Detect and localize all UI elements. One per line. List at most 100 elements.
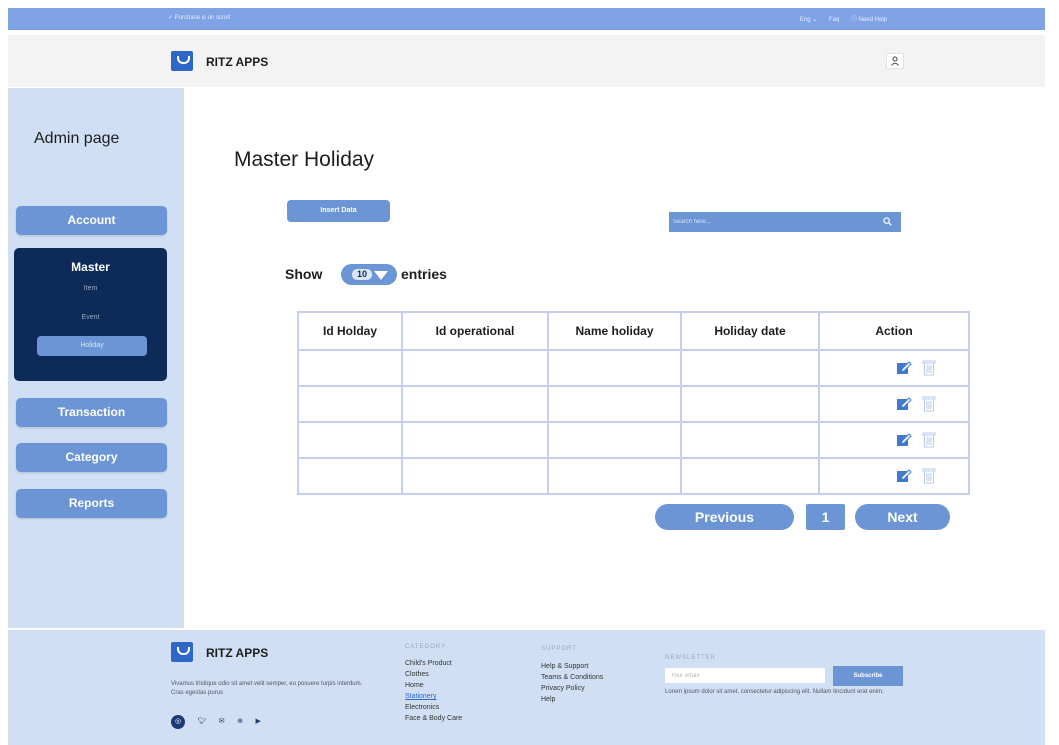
table-row bbox=[297, 421, 970, 459]
next-button[interactable]: Next bbox=[855, 504, 950, 530]
table-cell bbox=[680, 349, 820, 387]
sidebar-title: Admin page bbox=[34, 130, 120, 147]
footer-link-clothes[interactable]: Clothes bbox=[405, 669, 462, 680]
entries-select[interactable]: 10 bbox=[341, 264, 397, 285]
table-header-row: Id Holday Id operational Name holiday Ho… bbox=[297, 311, 970, 351]
language-selector[interactable]: Eng ⌄ bbox=[800, 17, 817, 23]
search-input[interactable] bbox=[673, 215, 873, 229]
footer-link-childs-product[interactable]: Child's Product bbox=[405, 658, 462, 669]
column-header-name-holiday: Name holiday bbox=[547, 311, 682, 351]
table-cell bbox=[680, 421, 820, 459]
header: RITZ APPS bbox=[8, 35, 1045, 87]
previous-button[interactable]: Previous bbox=[655, 504, 794, 530]
edit-icon[interactable] bbox=[896, 432, 912, 448]
table-row bbox=[297, 385, 970, 423]
table-row bbox=[297, 457, 970, 495]
column-header-id-operational: Id operational bbox=[401, 311, 549, 351]
table-cell bbox=[401, 421, 549, 459]
brand-logo-icon[interactable] bbox=[171, 51, 193, 71]
footer-link-privacy[interactable]: Privacy Policy bbox=[541, 683, 603, 694]
action-cell bbox=[818, 349, 970, 387]
sidebar-group-master: Master Item Event Holiday bbox=[14, 248, 167, 381]
category-heading: CATEGORY bbox=[405, 644, 447, 650]
action-cell bbox=[818, 421, 970, 459]
sidebar: Admin page Account Master Item Event Hol… bbox=[8, 88, 184, 628]
trash-icon[interactable] bbox=[922, 359, 936, 376]
page-number-button[interactable]: 1 bbox=[806, 504, 845, 530]
footer-brand-name: RITZ APPS bbox=[206, 646, 269, 660]
entries-label: entries bbox=[401, 266, 447, 282]
top-bar: ✓ Purchase is on scroll Eng ⌄ Faq ⓘ Need… bbox=[8, 8, 1045, 30]
mail-icon[interactable]: ✉ bbox=[219, 717, 225, 725]
table-cell bbox=[401, 349, 549, 387]
footer-link-home[interactable]: Home bbox=[405, 680, 462, 691]
table-cell bbox=[297, 421, 403, 459]
edit-icon[interactable] bbox=[896, 396, 912, 412]
person-icon bbox=[891, 56, 899, 66]
user-account-button[interactable] bbox=[886, 53, 904, 69]
support-list: Help & Support Teams & Conditions Privac… bbox=[541, 661, 603, 705]
edit-icon[interactable] bbox=[896, 360, 912, 376]
show-label: Show bbox=[285, 266, 323, 282]
chevron-down-icon bbox=[374, 271, 388, 280]
column-header-holiday-date: Holiday date bbox=[680, 311, 820, 351]
youtube-icon[interactable]: ▶ bbox=[255, 717, 260, 725]
social-links: ◎ 🐦︎ ✉ ⊕ ▶ bbox=[171, 710, 269, 729]
column-header-id-holiday: Id Holday bbox=[297, 311, 403, 351]
footer-link-help-support[interactable]: Help & Support bbox=[541, 661, 603, 672]
holiday-table: Id Holday Id operational Name holiday Ho… bbox=[297, 311, 970, 495]
footer-link-terms[interactable]: Teams & Conditions bbox=[541, 672, 603, 683]
footer-logo-icon[interactable] bbox=[171, 642, 193, 662]
footer-description: Vivamus tristique odio sit amet velit se… bbox=[171, 681, 363, 696]
sidebar-subitem-holiday[interactable]: Holiday bbox=[37, 336, 147, 356]
topbar-notice: ✓ Purchase is on scroll bbox=[168, 15, 231, 21]
sidebar-subitem-event[interactable]: Event bbox=[14, 314, 167, 321]
instagram-icon[interactable]: ◎ bbox=[171, 715, 185, 729]
newsletter-email-input[interactable] bbox=[665, 668, 825, 683]
table-cell bbox=[401, 457, 549, 495]
table-cell bbox=[297, 349, 403, 387]
edit-icon[interactable] bbox=[896, 468, 912, 484]
subscribe-button[interactable]: Subscribe bbox=[833, 666, 903, 686]
sidebar-subitem-item[interactable]: Item bbox=[14, 285, 167, 292]
table-cell bbox=[297, 457, 403, 495]
support-heading: SUPPORT bbox=[541, 646, 577, 652]
newsletter-heading: NEWSLETTER bbox=[665, 655, 717, 661]
topbar-links: Eng ⌄ Faq ⓘ Need Help bbox=[790, 14, 887, 23]
insert-data-button[interactable]: Insert Data bbox=[287, 200, 390, 222]
trash-icon[interactable] bbox=[922, 395, 936, 412]
search-box bbox=[669, 212, 901, 232]
footer-link-stationery[interactable]: Stationery bbox=[405, 691, 462, 702]
table-row bbox=[297, 349, 970, 387]
footer-link-face-body-care[interactable]: Face & Body Care bbox=[405, 713, 462, 724]
column-header-action: Action bbox=[818, 311, 970, 351]
search-icon[interactable] bbox=[883, 217, 892, 226]
sidebar-item-reports[interactable]: Reports bbox=[16, 489, 167, 518]
twitter-icon[interactable]: 🐦︎ bbox=[197, 717, 206, 725]
footer-link-help[interactable]: Help bbox=[541, 694, 603, 705]
sidebar-item-category[interactable]: Category bbox=[16, 443, 167, 472]
newsletter-description: Lorem ipsum dolor sit amet, consectetur … bbox=[665, 689, 884, 695]
table-cell bbox=[401, 385, 549, 423]
footer-link-electronics[interactable]: Electronics bbox=[405, 702, 462, 713]
action-cell bbox=[818, 385, 970, 423]
table-cell bbox=[547, 385, 682, 423]
table-cell bbox=[297, 385, 403, 423]
footer: RITZ APPS Vivamus tristique odio sit ame… bbox=[8, 630, 1045, 745]
sidebar-item-account[interactable]: Account bbox=[16, 206, 167, 235]
brand-name[interactable]: RITZ APPS bbox=[206, 55, 268, 69]
sidebar-item-master[interactable]: Master bbox=[14, 260, 167, 274]
page-title: Master Holiday bbox=[234, 148, 375, 171]
table-cell bbox=[547, 349, 682, 387]
category-list: Child's Product Clothes Home Stationery … bbox=[405, 658, 462, 724]
faq-link[interactable]: Faq bbox=[829, 17, 839, 23]
need-help-link[interactable]: ⓘ Need Help bbox=[851, 17, 887, 23]
table-cell bbox=[680, 457, 820, 495]
sidebar-item-transaction[interactable]: Transaction bbox=[16, 398, 167, 427]
trash-icon[interactable] bbox=[922, 431, 936, 448]
action-cell bbox=[818, 457, 970, 495]
trash-icon[interactable] bbox=[922, 467, 936, 484]
pinterest-icon[interactable]: ⊕ bbox=[237, 717, 243, 725]
entries-value: 10 bbox=[352, 269, 372, 280]
table-cell bbox=[547, 457, 682, 495]
